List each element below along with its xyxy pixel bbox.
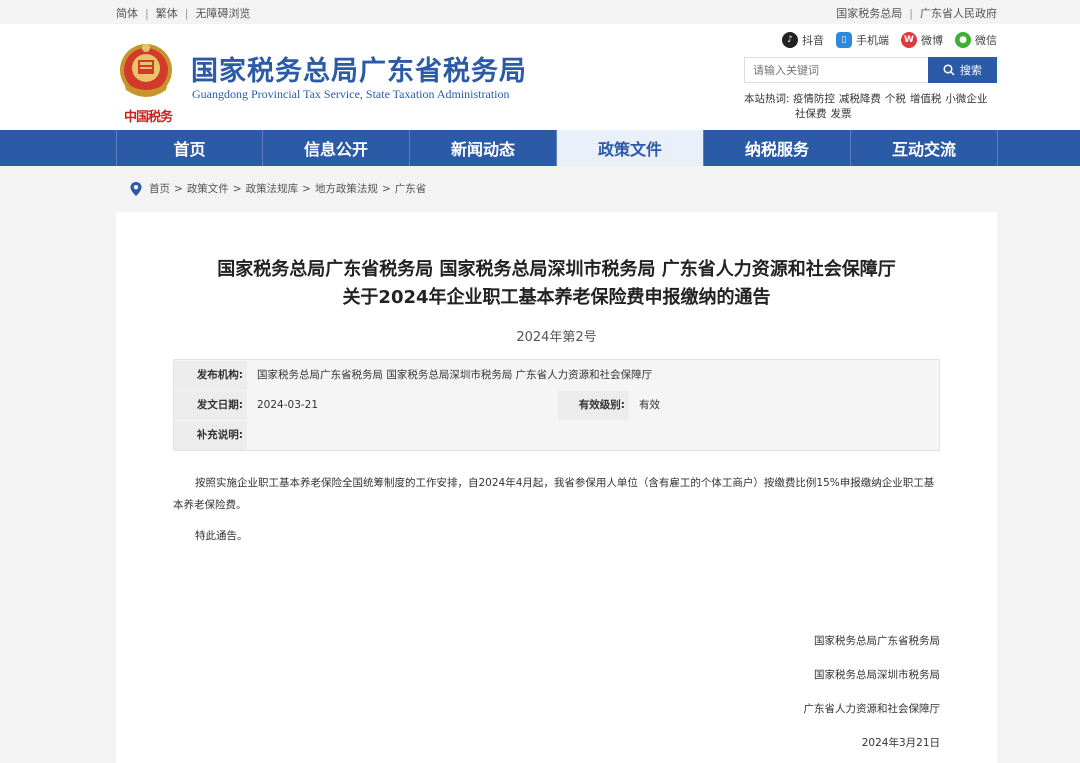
breadcrumb-home[interactable]: 首页 — [149, 181, 170, 196]
nav-item-interaction[interactable]: 互动交流 — [851, 130, 998, 166]
wechat-link[interactable]: ● 微信 — [955, 32, 997, 48]
hot-word-tag[interactable]: 减税降费 — [839, 93, 881, 105]
hot-words-label: 本站热词: — [744, 93, 790, 105]
breadcrumb-local-regulations[interactable]: 地方政策法规 — [315, 181, 378, 196]
breadcrumb-policy-library[interactable]: 政策法规库 — [246, 181, 299, 196]
weibo-link[interactable]: W 微博 — [901, 32, 943, 48]
top-utility-bar: 简体 | 繁体 | 无障碍浏览 国家税务总局 | 广东省人民政府 — [0, 0, 1080, 24]
article-closing: 特此通告。 — [195, 530, 248, 542]
signature-gd-tax: 国家税务总局广东省税务局 — [814, 635, 940, 647]
signature-sz-tax: 国家税务总局深圳市税务局 — [814, 669, 940, 681]
weibo-label: 微博 — [921, 34, 943, 47]
article-panel: 国家税务总局广东省税务局 国家税务总局深圳市税务局 广东省人力资源和社会保障厅 … — [116, 212, 997, 763]
sat-link[interactable]: 国家税务总局 — [836, 5, 902, 21]
accessible-browsing-link[interactable]: 无障碍浏览 — [195, 5, 250, 21]
validity-label: 有效级别: — [558, 391, 629, 420]
hot-word-tag[interactable]: 增值税 — [910, 93, 942, 105]
document-meta-table: 发布机构: 国家税务总局广东省税务局 国家税务总局深圳市税务局 广东省人力资源和… — [173, 359, 940, 451]
nav-item-home[interactable]: 首页 — [116, 130, 263, 166]
simplified-chinese-link[interactable]: 简体 — [116, 5, 138, 21]
top-links: 国家税务总局 | 广东省人民政府 — [836, 5, 997, 21]
divider: | — [184, 6, 189, 20]
breadcrumb-separator: > — [381, 182, 391, 195]
issuer-label: 发布机构: — [174, 361, 247, 390]
article-title-line-2: 关于2024年企业职工基本养老保险费申报缴纳的通告 — [342, 287, 771, 308]
search-icon — [943, 64, 955, 76]
site-header: 中国税务 国家税务总局广东省税务局 Guangdong Provincial T… — [0, 24, 1080, 130]
weibo-icon: W — [901, 32, 917, 48]
date-label: 发文日期: — [174, 391, 247, 420]
wechat-icon: ● — [955, 32, 971, 48]
language-switcher: 简体 | 繁体 | 无障碍浏览 — [116, 5, 250, 21]
douyin-icon: ♪ — [782, 32, 798, 48]
meta-row-date: 发文日期: 2024-03-21 有效级别: 有效 — [174, 391, 939, 420]
mobile-label: 手机端 — [856, 34, 889, 47]
signature-date: 2024年3月21日 — [861, 737, 940, 749]
hot-word-tag[interactable]: 社保费 — [795, 108, 827, 120]
article-title: 国家税务总局广东省税务局 国家税务总局深圳市税务局 广东省人力资源和社会保障厅 … — [116, 256, 997, 312]
nav-item-tax-services[interactable]: 纳税服务 — [704, 130, 851, 166]
note-label: 补充说明: — [174, 421, 247, 450]
meta-row-issuer: 发布机构: 国家税务总局广东省税务局 国家税务总局深圳市税务局 广东省人力资源和… — [174, 361, 939, 390]
nav-item-policy-documents[interactable]: 政策文件 — [557, 130, 704, 166]
divider: | — [145, 6, 149, 20]
hot-word-tag[interactable]: 疫情防控 — [793, 93, 835, 105]
hot-words: 本站热词: 疫情防控 减税降费 个税 增值税 小微企业 社保费 发票 — [744, 92, 994, 122]
nav-item-news[interactable]: 新闻动态 — [410, 130, 557, 166]
breadcrumb-policy-documents[interactable]: 政策文件 — [187, 181, 229, 196]
gd-gov-link[interactable]: 广东省人民政府 — [920, 5, 997, 21]
breadcrumb: 首页 > 政策文件 > 政策法规库 > 地方政策法规 > 广东省 — [130, 181, 426, 196]
article-body: 按照实施企业职工基本养老保险全国统筹制度的工作安排，自2024年4月起，我省参保… — [173, 477, 935, 511]
site-subtitle: Guangdong Provincial Tax Service, State … — [192, 87, 510, 101]
search-button-label: 搜索 — [960, 64, 982, 77]
validity-value: 有效 — [639, 399, 660, 411]
search-bar: 搜索 — [744, 57, 997, 83]
article-title-line-1: 国家税务总局广东省税务局 国家税务总局深圳市税务局 广东省人力资源和社会保障厅 — [217, 259, 896, 280]
main-nav: 首页 信息公开 新闻动态 政策文件 纳税服务 互动交流 — [0, 130, 1080, 166]
breadcrumb-guangdong[interactable]: 广东省 — [395, 181, 427, 196]
issuer-value: 国家税务总局广东省税务局 国家税务总局深圳市税务局 广东省人力资源和社会保障厅 — [257, 369, 653, 381]
tax-emblem-logo[interactable]: 中国税务 — [116, 38, 176, 125]
breadcrumb-separator: > — [232, 182, 242, 195]
location-pin-icon — [130, 181, 142, 196]
mobile-icon: ▯ — [836, 32, 852, 48]
hot-words-row-2: 社保费 发票 — [744, 107, 994, 122]
search-input[interactable] — [744, 57, 928, 83]
hot-word-tag[interactable]: 小微企业 — [945, 93, 987, 105]
wechat-label: 微信 — [975, 34, 997, 47]
breadcrumb-separator: > — [302, 182, 311, 195]
social-links: ♪ 抖音 ▯ 手机端 W 微博 ● 微信 — [770, 32, 997, 48]
traditional-chinese-link[interactable]: 繁体 — [156, 5, 178, 21]
douyin-link[interactable]: ♪ 抖音 — [782, 32, 824, 48]
site-title[interactable]: 国家税务总局广东省税务局 — [191, 49, 527, 88]
hot-word-tag[interactable]: 发票 — [831, 108, 852, 120]
search-button[interactable]: 搜索 — [928, 57, 997, 83]
signature-gd-hrss: 广东省人力资源和社会保障厅 — [803, 703, 941, 715]
meta-row-note: 补充说明: — [174, 421, 939, 450]
nav-item-info-disclosure[interactable]: 信息公开 — [263, 130, 410, 166]
note-value — [247, 421, 257, 450]
mobile-link[interactable]: ▯ 手机端 — [836, 32, 889, 48]
emblem-caption: 中国税务 — [123, 110, 173, 125]
document-number: 2024年第2号 — [516, 330, 597, 345]
douyin-label: 抖音 — [802, 34, 824, 47]
date-value: 2024-03-21 — [257, 399, 319, 411]
divider: | — [909, 6, 913, 20]
breadcrumb-separator: > — [174, 182, 183, 195]
hot-word-tag[interactable]: 个税 — [885, 93, 906, 105]
